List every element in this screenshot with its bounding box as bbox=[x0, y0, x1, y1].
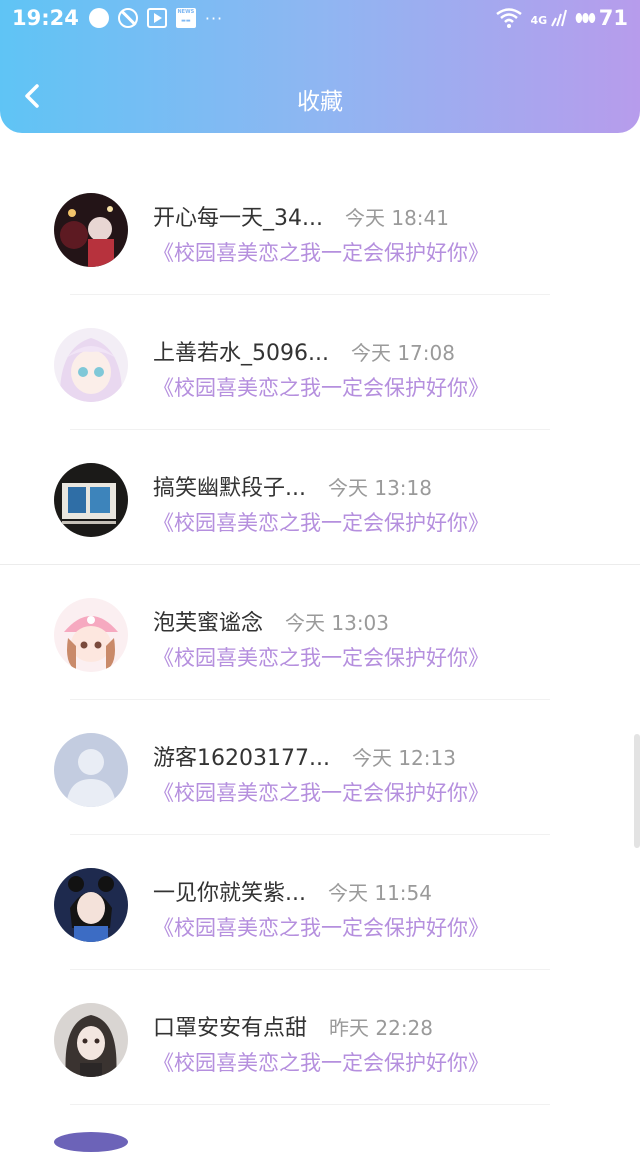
network-type-label: 4G bbox=[530, 14, 548, 27]
status-bar: 19:24 NEWS ▬▬ ··· 4G ⬮⬮⬮ 71 bbox=[0, 0, 640, 36]
more-notifications-icon: ··· bbox=[204, 8, 224, 28]
book-title-link[interactable]: 《校园喜美恋之我一定会保护好你》 bbox=[153, 507, 489, 537]
avatar[interactable] bbox=[54, 193, 128, 267]
avatar[interactable] bbox=[54, 463, 128, 537]
video-app-icon bbox=[146, 8, 167, 28]
list-item[interactable]: 开心每一天_34... 今天 18:41 《校园喜美恋之我一定会保护好你》 bbox=[0, 160, 640, 295]
item-header: 开心每一天_34... 今天 18:41 bbox=[153, 200, 449, 232]
avatar[interactable] bbox=[54, 598, 128, 672]
wifi-icon bbox=[496, 8, 523, 28]
timestamp: 今天 12:13 bbox=[351, 746, 456, 770]
battery-level: 71 bbox=[598, 6, 628, 30]
header: 19:24 NEWS ▬▬ ··· 4G ⬮⬮⬮ 71 收藏 bbox=[0, 0, 640, 133]
avatar[interactable] bbox=[54, 1003, 128, 1077]
status-time: 19:24 bbox=[12, 6, 79, 30]
timestamp: 今天 17:08 bbox=[350, 341, 455, 365]
status-right: 4G ⬮⬮⬮ 71 bbox=[496, 6, 628, 30]
list-item[interactable]: 口罩安安有点甜 昨天 22:28 《校园喜美恋之我一定会保护好你》 bbox=[0, 970, 640, 1105]
item-header: 一见你就笑紫... 今天 11:54 bbox=[153, 875, 432, 907]
timestamp: 今天 13:03 bbox=[285, 611, 390, 635]
list-item[interactable]: 搞笑幽默段子... 今天 13:18 《校园喜美恋之我一定会保护好你》 bbox=[0, 430, 640, 565]
favorites-list: 开心每一天_34... 今天 18:41 《校园喜美恋之我一定会保护好你》 上善… bbox=[0, 160, 640, 1105]
timestamp: 今天 13:18 bbox=[327, 476, 432, 500]
user-name: 口罩安安有点甜 bbox=[153, 1016, 308, 1041]
battery-saver-icon: ⬮⬮⬮ bbox=[575, 10, 596, 25]
list-item[interactable]: 游客16203177... 今天 12:13 《校园喜美恋之我一定会保护好你》 bbox=[0, 700, 640, 835]
list-item[interactable]: 上善若水_5096... 今天 17:08 《校园喜美恋之我一定会保护好你》 bbox=[0, 295, 640, 430]
timestamp: 今天 18:41 bbox=[344, 206, 449, 230]
item-header: 泡芙蜜谧念 今天 13:03 bbox=[153, 605, 389, 637]
book-title-link[interactable]: 《校园喜美恋之我一定会保护好你》 bbox=[153, 372, 489, 402]
news-app-icon: NEWS ▬▬ bbox=[175, 8, 196, 28]
divider bbox=[70, 1104, 550, 1105]
nav-bar: 收藏 bbox=[0, 60, 640, 132]
list-item[interactable]: 泡芙蜜谧念 今天 13:03 《校园喜美恋之我一定会保护好你》 bbox=[0, 565, 640, 700]
book-title-link[interactable]: 《校园喜美恋之我一定会保护好你》 bbox=[153, 1047, 489, 1077]
user-name: 泡芙蜜谧念 bbox=[153, 611, 264, 636]
list-item[interactable]: 一见你就笑紫... 今天 11:54 《校园喜美恋之我一定会保护好你》 bbox=[0, 835, 640, 970]
item-header: 搞笑幽默段子... 今天 13:18 bbox=[153, 470, 432, 502]
scrollbar[interactable] bbox=[634, 734, 640, 848]
avatar[interactable] bbox=[54, 1132, 128, 1152]
page-title: 收藏 bbox=[297, 89, 343, 115]
avatar[interactable] bbox=[54, 868, 128, 942]
book-title-link[interactable]: 《校园喜美恋之我一定会保护好你》 bbox=[153, 777, 489, 807]
user-name: 一见你就笑紫... bbox=[153, 881, 306, 906]
item-header: 口罩安安有点甜 昨天 22:28 bbox=[153, 1010, 433, 1042]
cell-signal-icon: 4G bbox=[530, 9, 568, 27]
avatar[interactable] bbox=[54, 328, 128, 402]
default-user-icon bbox=[54, 733, 128, 807]
avatar[interactable] bbox=[54, 733, 128, 807]
user-name: 开心每一天_34... bbox=[153, 206, 323, 231]
user-name: 上善若水_5096... bbox=[153, 341, 329, 366]
signal-bars-icon bbox=[551, 9, 568, 27]
book-title-link[interactable]: 《校园喜美恋之我一定会保护好你》 bbox=[153, 912, 489, 942]
notification-dot-icon bbox=[88, 8, 109, 28]
item-header: 上善若水_5096... 今天 17:08 bbox=[153, 335, 455, 367]
book-title-link[interactable]: 《校园喜美恋之我一定会保护好你》 bbox=[153, 237, 489, 267]
timestamp: 昨天 22:28 bbox=[329, 1016, 434, 1040]
user-name: 搞笑幽默段子... bbox=[153, 476, 306, 501]
item-header: 游客16203177... 今天 12:13 bbox=[153, 740, 456, 772]
timestamp: 今天 11:54 bbox=[327, 881, 432, 905]
do-not-disturb-icon bbox=[117, 8, 138, 28]
book-title-link[interactable]: 《校园喜美恋之我一定会保护好你》 bbox=[153, 642, 489, 672]
user-name: 游客16203177... bbox=[153, 746, 330, 771]
